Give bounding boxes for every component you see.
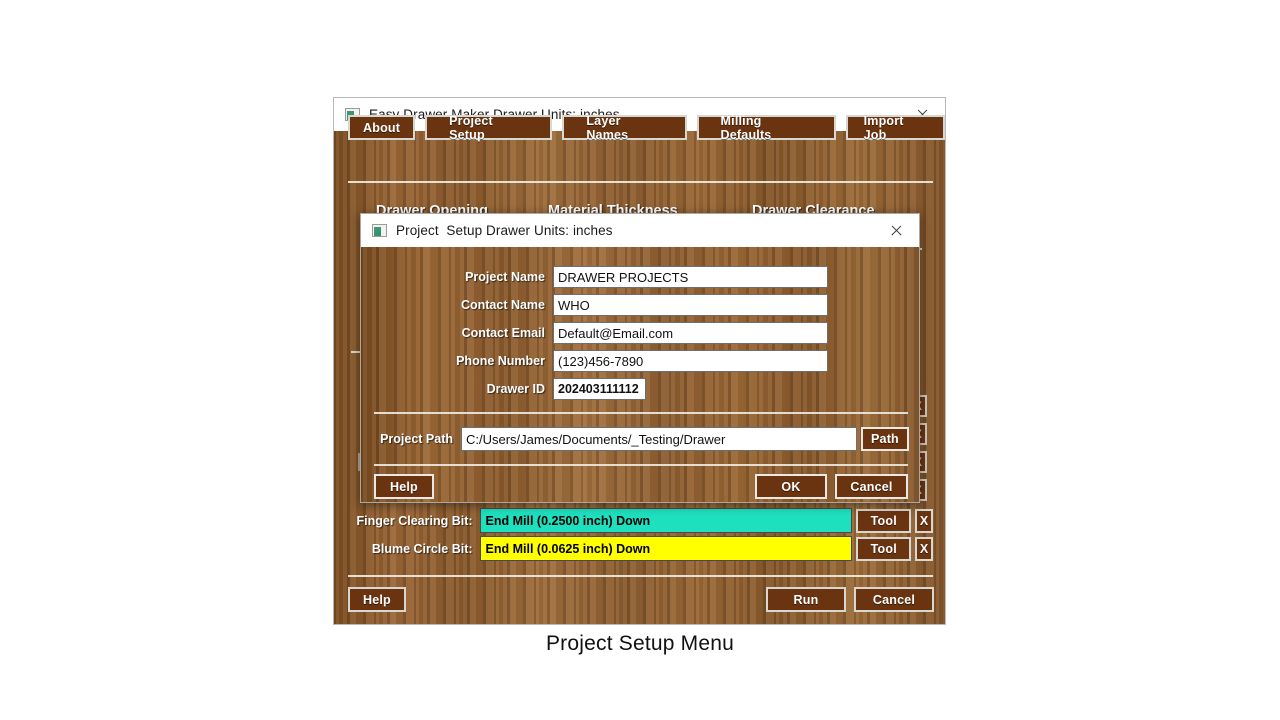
dialog-help-button[interactable]: Help: [374, 474, 434, 499]
main-help-button[interactable]: Help: [348, 587, 406, 612]
project-setup-dialog: Project Setup Drawer Units: inches Proje…: [360, 213, 920, 503]
project-path-browse-button[interactable]: Path: [861, 427, 909, 451]
screenshot-root: Easy Drawer Maker Drawer Units: inches A…: [0, 0, 1280, 720]
project-path-input[interactable]: C:/Users/James/Documents/_Testing/Drawer: [461, 427, 857, 451]
tab-milling-defaults[interactable]: Milling Defaults: [696, 114, 836, 142]
contact-email-label: Contact Email: [461, 326, 545, 340]
dialog-close-button[interactable]: [874, 214, 919, 247]
finger-clearing-bit-clear-button[interactable]: X: [915, 508, 933, 533]
blume-circle-bit-label: Blume Circle Bit:: [371, 541, 473, 556]
drawer-id-label: Drawer ID: [486, 382, 545, 396]
phone-number-row: Phone Number (123)456-7890: [361, 350, 919, 372]
path-divider-bottom: [374, 464, 908, 466]
dialog-cancel-button[interactable]: Cancel: [835, 474, 908, 499]
dialog-title: Project Setup Drawer Units: inches: [396, 223, 613, 238]
tab-about[interactable]: About: [348, 115, 416, 140]
project-name-label: Project Name: [465, 270, 545, 284]
finger-clearing-bit-value[interactable]: End Mill (0.2500 inch) Down: [479, 508, 853, 533]
blume-circle-bit-tool-button[interactable]: Tool: [856, 536, 912, 561]
project-path-label: Project Path: [380, 432, 453, 446]
main-cancel-button[interactable]: Cancel: [854, 587, 934, 612]
contact-email-row: Contact Email Default@Email.com: [361, 322, 919, 344]
contact-email-input[interactable]: Default@Email.com: [553, 322, 828, 344]
finger-clearing-bit-label: Finger Clearing Bit:: [356, 513, 473, 528]
finger-clearing-bit-row: Finger Clearing Bit: End Mill (0.2500 in…: [348, 508, 933, 533]
tab-bar: About Project Setup Layer Names Milling …: [348, 114, 945, 142]
phone-number-input[interactable]: (123)456-7890: [553, 350, 828, 372]
blume-circle-bit-row: Blume Circle Bit: End Mill (0.0625 inch)…: [348, 536, 933, 561]
finger-clearing-bit-tool-button[interactable]: Tool: [856, 508, 912, 533]
project-path-row: Project Path C:/Users/James/Documents/_T…: [361, 427, 919, 451]
drawer-id-row: Drawer ID 202403111112: [361, 378, 919, 400]
phone-number-label: Phone Number: [456, 354, 545, 368]
tabbar-divider: [348, 181, 933, 183]
project-name-row: Project Name DRAWER PROJECTS: [361, 266, 919, 288]
drawer-id-input[interactable]: 202403111112: [553, 378, 646, 400]
footer-divider: [348, 575, 933, 577]
dialog-window-icon: [372, 224, 387, 237]
path-divider-top: [374, 412, 908, 414]
dialog-titlebar: Project Setup Drawer Units: inches: [361, 214, 919, 247]
figure-caption: Project Setup Menu: [545, 632, 735, 655]
dialog-ok-button[interactable]: OK: [755, 474, 827, 499]
blume-circle-bit-value[interactable]: End Mill (0.0625 inch) Down: [479, 536, 853, 561]
contact-name-label: Contact Name: [460, 298, 545, 312]
main-run-button[interactable]: Run: [766, 587, 846, 612]
tab-project-setup[interactable]: Project Setup: [425, 114, 553, 142]
contact-name-row: Contact Name WHO: [361, 294, 919, 316]
contact-name-input[interactable]: WHO: [553, 294, 828, 316]
project-name-input[interactable]: DRAWER PROJECTS: [553, 266, 828, 288]
tab-import-job[interactable]: Import Job: [845, 114, 945, 142]
blume-circle-bit-clear-button[interactable]: X: [915, 536, 933, 561]
close-icon: [890, 224, 903, 237]
tab-layer-names[interactable]: Layer Names: [562, 114, 687, 142]
